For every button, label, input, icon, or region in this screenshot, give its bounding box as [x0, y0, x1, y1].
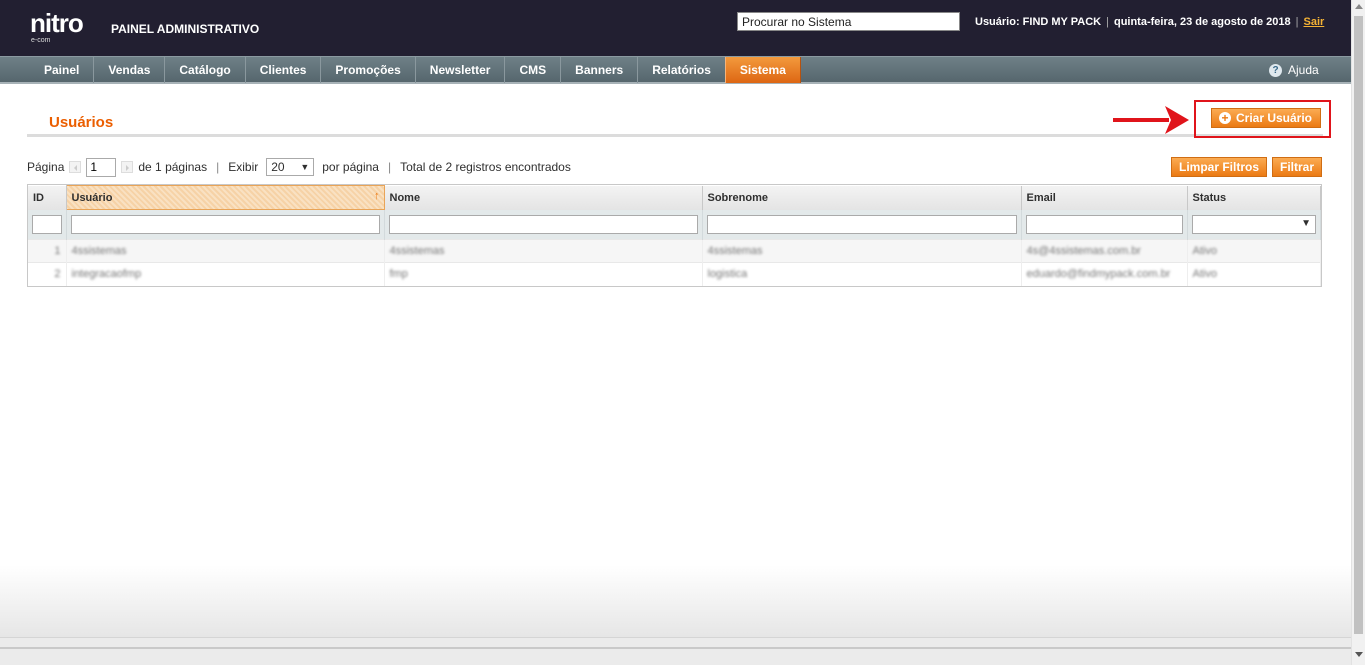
- chevron-down-icon: ▼: [1301, 217, 1311, 229]
- footer-bar: [0, 637, 1351, 665]
- filter-email-input[interactable]: [1025, 214, 1183, 234]
- filter-button[interactable]: Filtrar: [1272, 157, 1322, 177]
- cell-sobrenome: logistica: [702, 262, 1022, 286]
- cell-id: 2: [28, 262, 67, 286]
- cell-usuario: 4ssistemas: [66, 239, 385, 263]
- users-grid: ID Usuário ↑ Nome Sobrenome Email Status…: [27, 184, 1322, 287]
- filter-cell: ▼: [1187, 209, 1321, 240]
- cell-usuario: integracaofmp: [66, 262, 385, 286]
- pager: Página de 1 páginas | Exibir 20 ▼ por pá…: [27, 157, 571, 177]
- nav-item-painel[interactable]: Painel: [30, 57, 95, 83]
- cell-nome: 4ssistemas: [384, 239, 703, 263]
- per-page-label: por página: [322, 160, 379, 174]
- annotation-arrow-icon: [1113, 106, 1189, 134]
- cell-status: Ativo: [1187, 239, 1321, 263]
- panel-title: PAINEL ADMINISTRATIVO: [111, 22, 260, 36]
- current-date: quinta-feira, 23 de agosto de 2018: [1113, 16, 1291, 28]
- help-icon: ?: [1269, 63, 1282, 77]
- next-page-icon[interactable]: [121, 161, 134, 173]
- main-nav: Painel Vendas Catálogo Clientes Promoçõe…: [0, 56, 1351, 84]
- chevron-down-icon: ▼: [300, 162, 310, 172]
- of-pages-label: de 1 páginas: [138, 160, 208, 174]
- filter-cell: [66, 209, 385, 240]
- vertical-scrollbar[interactable]: [1351, 0, 1365, 665]
- filter-cell: [384, 209, 703, 240]
- nav-item-vendas[interactable]: Vendas: [94, 57, 166, 83]
- column-header-id[interactable]: ID: [28, 185, 67, 210]
- nav-item-newsletter[interactable]: Newsletter: [416, 57, 506, 83]
- header-row: ID Usuário ↑ Nome Sobrenome Email Status: [28, 185, 1321, 210]
- logout-link[interactable]: Sair: [1304, 16, 1325, 28]
- top-header: nitro e-com PAINEL ADMINISTRATIVO Usuári…: [0, 0, 1351, 56]
- page-title: Usuários: [49, 114, 114, 131]
- column-header-status[interactable]: Status: [1187, 185, 1321, 210]
- filter-nome-input[interactable]: [388, 214, 698, 234]
- users-table: ID Usuário ↑ Nome Sobrenome Email Status…: [28, 185, 1321, 286]
- create-user-button[interactable]: + Criar Usuário: [1211, 108, 1321, 128]
- cell-id: 1: [28, 239, 67, 263]
- column-header-label: Usuário: [71, 191, 113, 204]
- global-search-input[interactable]: [737, 12, 960, 31]
- footer-gradient: [0, 565, 1351, 637]
- separator: |: [387, 160, 392, 174]
- footer-strip: [0, 647, 1351, 649]
- page-number-input[interactable]: [86, 157, 117, 177]
- separator: |: [1106, 16, 1109, 28]
- column-header-sobrenome[interactable]: Sobrenome: [702, 185, 1022, 210]
- show-label: Exibir: [228, 160, 259, 174]
- table-row[interactable]: 1 4ssistemas 4ssistemas 4ssistemas 4s@4s…: [28, 239, 1321, 263]
- per-page-select[interactable]: 20 ▼: [266, 158, 315, 176]
- scroll-thumb[interactable]: [1354, 16, 1363, 634]
- per-page-value: 20: [271, 160, 285, 174]
- cell-email: eduardo@findmypack.com.br: [1021, 262, 1188, 286]
- prev-page-icon[interactable]: [69, 161, 82, 173]
- clear-filters-button[interactable]: Limpar Filtros: [1171, 157, 1267, 177]
- nav-list: Painel Vendas Catálogo Clientes Promoçõe…: [30, 57, 801, 83]
- separator: |: [216, 160, 220, 174]
- filter-cell: [28, 209, 67, 240]
- nav-item-catalogo[interactable]: Catálogo: [165, 57, 246, 83]
- page-label: Página: [27, 160, 65, 174]
- filter-cell: [1021, 209, 1188, 240]
- cell-sobrenome: 4ssistemas: [702, 239, 1022, 263]
- filter-row: ▼: [28, 209, 1321, 240]
- help-link[interactable]: ? Ajuda: [1269, 63, 1319, 77]
- cell-nome: fmp: [384, 262, 703, 286]
- plus-icon: +: [1219, 112, 1231, 124]
- column-header-email[interactable]: Email: [1021, 185, 1188, 210]
- total-records: Total de 2 registros encontrados: [400, 160, 571, 174]
- scroll-down-icon[interactable]: [1355, 652, 1363, 657]
- logo-subtext: e-com: [31, 37, 51, 44]
- cell-status: Ativo: [1187, 262, 1321, 286]
- cell-email: 4s@4ssistemas.com.br: [1021, 239, 1188, 263]
- scroll-up-icon[interactable]: [1355, 4, 1363, 9]
- sort-ascending-icon: ↑: [374, 190, 380, 202]
- filter-cell: [702, 209, 1022, 240]
- filter-id-input[interactable]: [32, 214, 62, 234]
- logo-text: nitro: [30, 8, 84, 38]
- nav-item-promocoes[interactable]: Promoções: [321, 57, 416, 83]
- filter-status-select[interactable]: ▼: [1191, 214, 1316, 234]
- nav-item-banners[interactable]: Banners: [561, 57, 639, 83]
- table-row[interactable]: 2 integracaofmp fmp logistica eduardo@fi…: [28, 262, 1321, 286]
- user-info: Usuário: FIND MY PACK | quinta-feira, 23 d…: [975, 15, 1324, 29]
- user-label: Usuário: FIND MY PACK: [975, 16, 1102, 28]
- nav-item-relatorios[interactable]: Relatórios: [638, 57, 725, 83]
- help-label: Ajuda: [1288, 63, 1319, 77]
- nitro-logo[interactable]: nitro e-com: [30, 10, 110, 46]
- nav-item-clientes[interactable]: Clientes: [246, 57, 322, 83]
- column-header-nome[interactable]: Nome: [384, 185, 703, 210]
- separator: |: [1295, 16, 1299, 28]
- nav-item-cms[interactable]: CMS: [505, 57, 562, 83]
- nav-item-sistema[interactable]: Sistema: [724, 57, 801, 83]
- create-user-label: Criar Usuário: [1235, 111, 1313, 125]
- column-header-usuario[interactable]: Usuário ↑: [65, 185, 385, 210]
- filter-sobrenome-input[interactable]: [706, 214, 1017, 234]
- filter-usuario-input[interactable]: [70, 215, 380, 234]
